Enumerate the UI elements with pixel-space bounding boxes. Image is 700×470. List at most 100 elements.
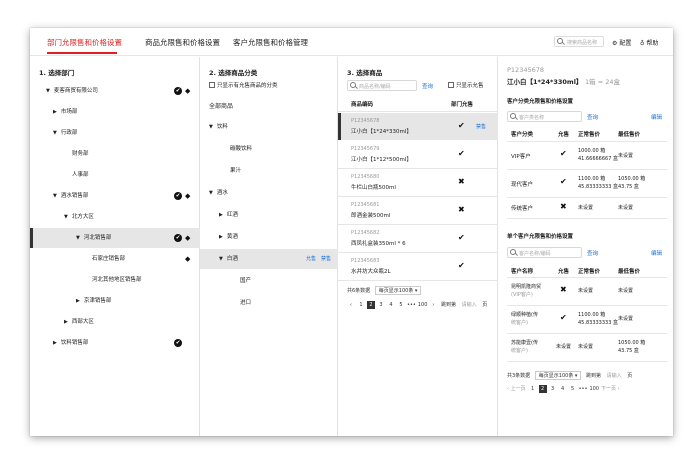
page-2[interactable]: 2 bbox=[538, 385, 547, 393]
page-4[interactable]: 4 bbox=[559, 385, 567, 393]
category-item-liquor[interactable]: ▼ 酒水 bbox=[200, 183, 338, 203]
category-price-row[interactable]: 现代客户 ✔ 1100.00 箱 45.83333333 盒 1050.00 箱… bbox=[498, 171, 673, 196]
next-page-icon[interactable]: › bbox=[429, 301, 437, 309]
category-item-imported[interactable]: 进口 bbox=[200, 293, 338, 313]
customer-price-row[interactable]: 苏能康壹(传 统客户) 未设置 未设置 1050.00 箱 43.75 盒 bbox=[498, 335, 673, 360]
customer-price-row[interactable]: 绿顺种植(传 统客户) ✔ 1100.00 箱 45.83333333 盒 未设… bbox=[498, 307, 673, 332]
tree-item-west[interactable]: ▶ 西部大区 bbox=[30, 312, 200, 332]
page-100[interactable]: 100 bbox=[418, 301, 428, 309]
tree-item-label: 饮料销售部 bbox=[60, 340, 89, 346]
cross-icon: ✖ bbox=[560, 285, 567, 294]
page-3[interactable]: 3 bbox=[377, 301, 385, 309]
divider bbox=[507, 197, 667, 198]
product-name: 西凤礼盒装350ml * 6 bbox=[351, 241, 406, 247]
category-item-soda[interactable]: 碳酸饮料 bbox=[200, 139, 338, 159]
product-row[interactable]: P12345681 郎酒金装500ml ✖ bbox=[338, 197, 498, 224]
tree-item-hr[interactable]: 人事部 bbox=[30, 165, 200, 185]
divider bbox=[507, 277, 667, 278]
tree-item-beverage[interactable]: ▶ 饮料销售部 ✔ bbox=[30, 333, 200, 353]
product-row[interactable]: P12345682 西凤礼盒装350ml * 6 ✔ bbox=[338, 225, 498, 252]
page-5[interactable]: 5 bbox=[569, 385, 577, 393]
tree-item-market[interactable]: ▶ 市场部 bbox=[30, 102, 200, 122]
min-price: 未设置 bbox=[618, 316, 634, 322]
allow-sale-link[interactable]: 允售 bbox=[306, 249, 316, 269]
tab-dept-settings[interactable]: 部门允限售和价格设置 bbox=[47, 37, 122, 48]
product-row[interactable]: P12345679 江小白【1*12*500ml】 ✔ bbox=[338, 141, 498, 168]
forbid-sale-link[interactable]: 禁售 bbox=[476, 123, 486, 130]
page-1[interactable]: 1 bbox=[357, 301, 365, 309]
all-products-item[interactable]: 全部商品 bbox=[209, 101, 233, 110]
page-size-select[interactable]: 每页显示100条 ▾ bbox=[374, 286, 422, 295]
caret-right-icon: ▶ bbox=[219, 212, 223, 218]
prev-page-icon[interactable]: ‹ bbox=[347, 301, 355, 309]
customer-category-search-input[interactable]: 客户类名称 bbox=[507, 111, 582, 122]
only-allowed-category-checkbox[interactable] bbox=[209, 82, 215, 88]
tab-customer-settings[interactable]: 客户允限售和价格管理 bbox=[233, 37, 308, 48]
product-row[interactable]: P12345680 牛栏山白瓶500ml ✖ bbox=[338, 169, 498, 196]
search-placeholder: 客户名称/编码 bbox=[519, 250, 551, 257]
product-row[interactable]: P12345678 江小白【1*24*330ml】 ✔ 禁售 bbox=[338, 113, 498, 140]
customer-edit-button[interactable]: 编辑 bbox=[651, 249, 662, 257]
customer-category-edit-button[interactable]: 编辑 bbox=[651, 113, 662, 121]
config-button[interactable]: ⚙ 配置 bbox=[612, 38, 631, 47]
only-allowed-category-label: 只显示有允售商品的分类 bbox=[217, 83, 278, 89]
check-circle-icon: ✔ bbox=[174, 87, 182, 95]
jump-input[interactable]: 请输入 bbox=[462, 302, 477, 308]
only-allowed-product-label: 只显示允售 bbox=[456, 83, 484, 89]
only-allowed-product-checkbox[interactable] bbox=[448, 82, 454, 88]
page-1[interactable]: 1 bbox=[529, 385, 537, 393]
normal-price: 未设置 bbox=[578, 344, 594, 350]
detail-panel: P12345678 江小白【1*24*330ml】 1箱 = 24盒 客户分类允… bbox=[498, 57, 673, 436]
category-item-juice[interactable]: 果汁 bbox=[200, 161, 338, 181]
tree-item-hebei[interactable]: ▼ 河北销售部 ✔ ◆ bbox=[30, 228, 200, 248]
tree-item-admin[interactable]: ▼ 行政部 bbox=[30, 123, 200, 143]
forbid-sale-link[interactable]: 禁售 bbox=[321, 249, 331, 269]
category-item-baijiu[interactable]: ▼ 白酒 允售 禁售 bbox=[200, 249, 338, 269]
page-4[interactable]: 4 bbox=[387, 301, 395, 309]
category-item-red-wine[interactable]: ▶ 红酒 bbox=[200, 205, 338, 225]
category-item-domestic[interactable]: 国产 bbox=[200, 271, 338, 291]
category-item-yellow-wine[interactable]: ▶ 黄酒 bbox=[200, 227, 338, 247]
config-label: 配置 bbox=[619, 40, 632, 47]
active-tab-indicator bbox=[47, 52, 117, 54]
col-normal-price: 正常售价 bbox=[578, 132, 601, 138]
customer-search-button[interactable]: 查询 bbox=[587, 249, 598, 257]
page-3[interactable]: 3 bbox=[549, 385, 557, 393]
global-search-input[interactable]: 搜索商品名称 bbox=[554, 36, 604, 47]
col-allow: 允售 bbox=[558, 132, 570, 138]
tree-item-label: 麦客商贸有限公司 bbox=[53, 88, 98, 94]
next-page-button[interactable]: 下一页 › bbox=[601, 386, 620, 392]
dept-panel: 1. 选择部门 ▼ 麦客商贸有限公司 ✔ ◆ ▶ 市场部 ▼ 行政部 财务部 人事部 … bbox=[30, 57, 200, 436]
category-price-row[interactable]: VIP客户 ✔ 1000.00 箱 41.66666667 盒 未设置 bbox=[498, 143, 673, 168]
category-label: 红酒 bbox=[226, 212, 238, 218]
product-search-button[interactable]: 查询 bbox=[422, 82, 433, 90]
selection-indicator bbox=[338, 113, 341, 140]
jump-input[interactable]: 请输入 bbox=[607, 373, 622, 379]
product-name: 郎酒金装500ml bbox=[351, 213, 391, 219]
product-code: P12345680 bbox=[351, 174, 380, 180]
check-icon: ✔ bbox=[560, 313, 567, 322]
tree-item-shijiazhuang[interactable]: 石家庄销售部 ◆ bbox=[30, 249, 200, 269]
tree-item-hebei-other[interactable]: 河北其他地区销售部 bbox=[30, 270, 200, 290]
tree-item-liquor[interactable]: ▼ 酒水销售部 ✔ ◆ bbox=[30, 186, 200, 206]
customer-search-input[interactable]: 客户名称/编码 bbox=[507, 247, 582, 258]
prev-page-button[interactable]: ‹ 上一页 bbox=[507, 386, 526, 392]
tree-item-jingjin[interactable]: ▶ 京津销售部 bbox=[30, 291, 200, 311]
page-5[interactable]: 5 bbox=[397, 301, 405, 309]
customer-price-row[interactable]: 昆明凯隆商贸 (VIP客户) ✖ 未设置 未设置 bbox=[498, 279, 673, 304]
help-button[interactable]: ♁ 帮助 bbox=[640, 38, 658, 47]
tree-item-finance[interactable]: 财务部 bbox=[30, 144, 200, 164]
tree-item-company[interactable]: ▼ 麦客商贸有限公司 ✔ ◆ bbox=[30, 81, 200, 101]
page-100[interactable]: 100 bbox=[589, 385, 599, 393]
category-item-drinks[interactable]: ▼ 饮料 bbox=[200, 117, 338, 137]
product-row[interactable]: P12345683 水井坊大众瓶2L ✔ bbox=[338, 253, 498, 280]
normal-price: 未设置 bbox=[578, 205, 594, 211]
customer-category-search-button[interactable]: 查询 bbox=[587, 113, 598, 121]
page-2[interactable]: 2 bbox=[367, 301, 375, 309]
page-size-select[interactable]: 每页显示100条 ▾ bbox=[534, 371, 582, 380]
tab-product-settings[interactable]: 商品允限售和价格设置 bbox=[145, 37, 220, 48]
page-unit-label: 页 bbox=[482, 302, 488, 308]
tree-item-north[interactable]: ▼ 北方大区 bbox=[30, 207, 200, 227]
category-price-row[interactable]: 传统客户 ✖ 未设置 未设置 bbox=[498, 199, 673, 217]
product-search-input[interactable]: 商品名称/编码 bbox=[347, 80, 417, 91]
